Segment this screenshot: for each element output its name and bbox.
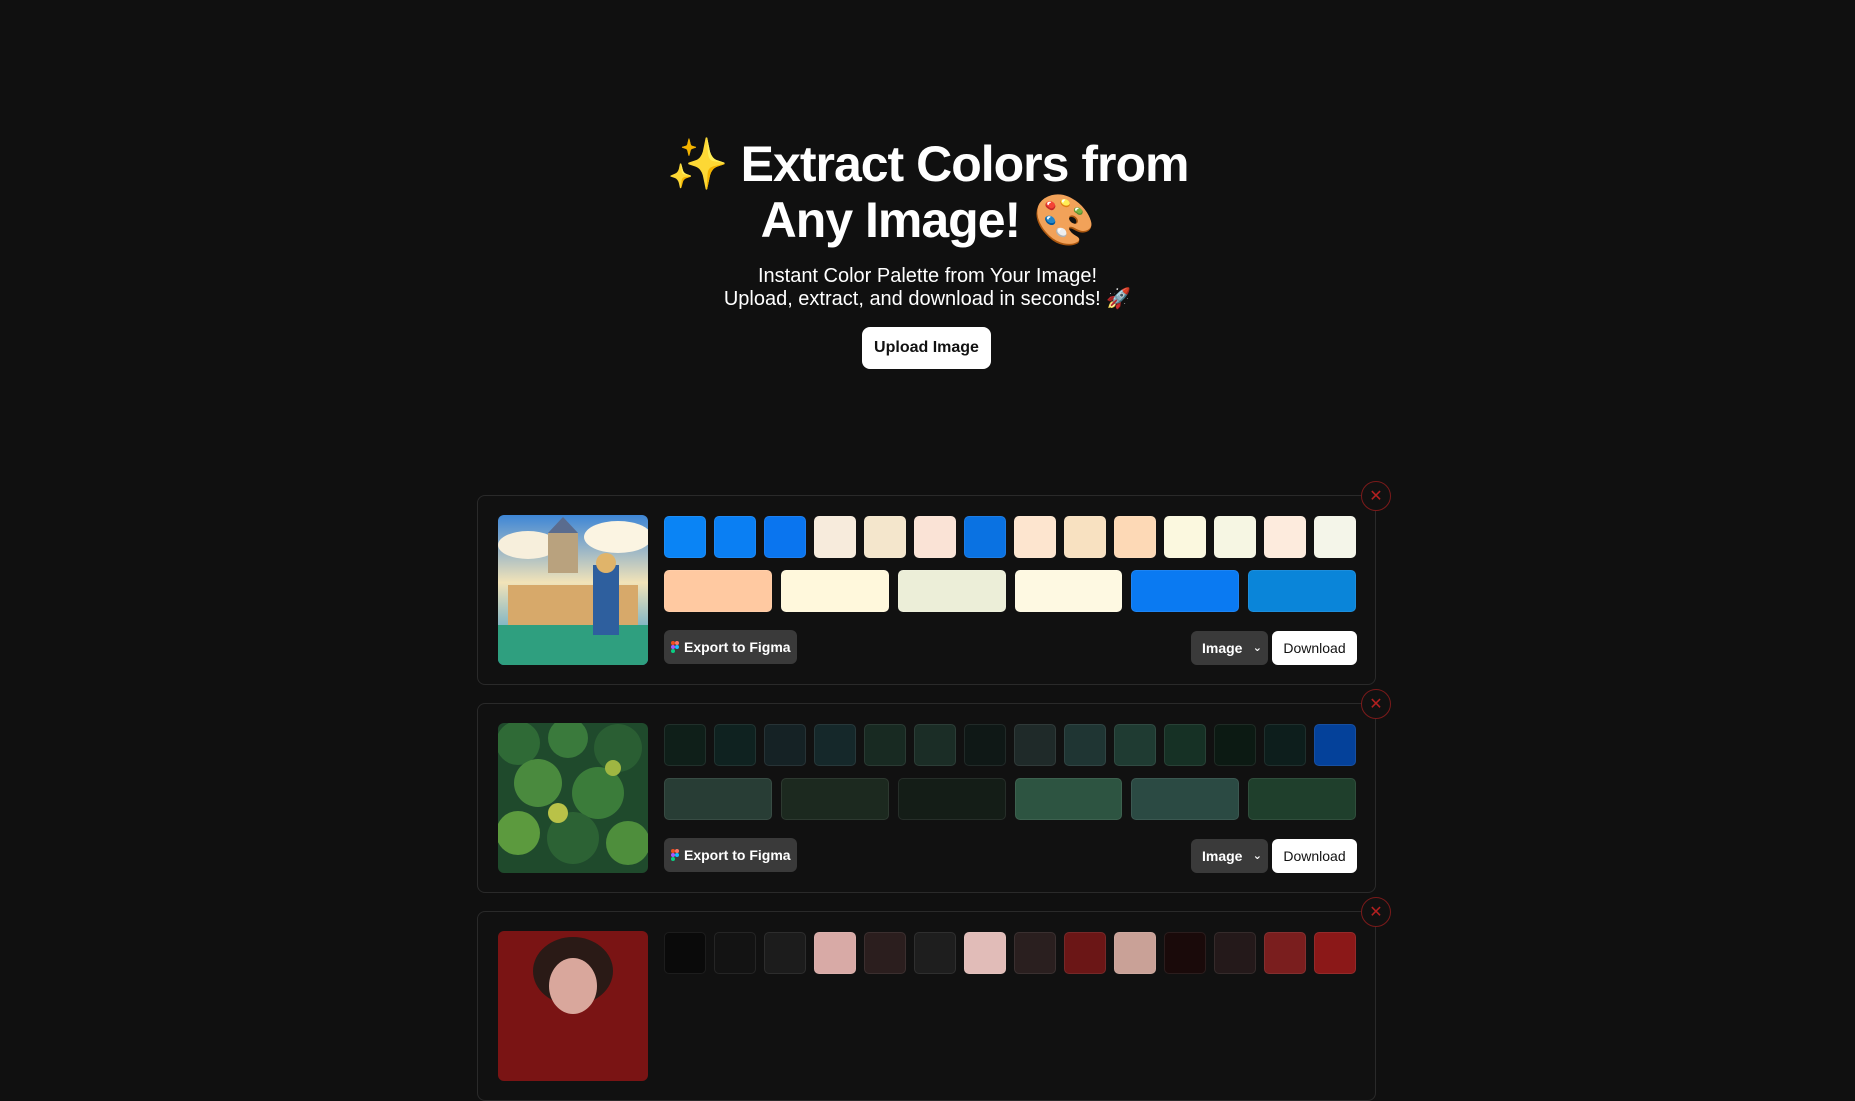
color-swatch[interactable] <box>764 932 806 974</box>
figma-icon <box>671 641 679 653</box>
color-swatch[interactable] <box>714 516 756 558</box>
color-swatch[interactable] <box>1264 516 1306 558</box>
forest-image <box>498 723 648 873</box>
top-swatch-row <box>664 724 1357 766</box>
format-select-value: Image <box>1202 640 1243 656</box>
color-swatch[interactable] <box>1214 724 1256 766</box>
color-swatch-large[interactable] <box>1248 570 1356 612</box>
color-swatch-large[interactable] <box>664 778 772 820</box>
color-swatch[interactable] <box>964 724 1006 766</box>
page-title: ✨ Extract Colors from Any Image! 🎨 <box>0 136 1855 248</box>
portrait-image <box>498 931 648 1081</box>
color-swatch[interactable] <box>964 932 1006 974</box>
color-swatch[interactable] <box>964 516 1006 558</box>
format-select-value: Image <box>1202 848 1243 864</box>
chevron-down-icon: ⌄ <box>1252 850 1262 862</box>
color-swatch[interactable] <box>814 932 856 974</box>
color-swatch-large[interactable] <box>664 570 772 612</box>
color-swatch[interactable] <box>914 516 956 558</box>
close-icon[interactable]: ✕ <box>1361 689 1391 719</box>
color-swatch[interactable] <box>764 724 806 766</box>
color-swatch[interactable] <box>914 724 956 766</box>
page-title-line-1: ✨ Extract Colors from <box>666 136 1190 192</box>
color-swatch[interactable] <box>1164 932 1206 974</box>
color-swatch-large[interactable] <box>1015 570 1122 612</box>
color-swatch[interactable] <box>664 932 706 974</box>
close-icon[interactable]: ✕ <box>1361 481 1391 511</box>
color-swatch-large[interactable] <box>898 570 1006 612</box>
palette-card-1: Export to Figma Image ⌄ Download <box>477 495 1376 685</box>
color-swatch[interactable] <box>1214 516 1256 558</box>
color-swatch[interactable] <box>864 516 906 558</box>
color-swatch-large[interactable] <box>1248 778 1356 820</box>
color-swatch[interactable] <box>714 932 756 974</box>
figma-icon <box>671 849 679 861</box>
color-swatch[interactable] <box>664 516 706 558</box>
color-swatch[interactable] <box>814 516 856 558</box>
page-subtitle: Instant Color Palette from Your Image! U… <box>0 265 1855 311</box>
color-swatch[interactable] <box>1014 516 1056 558</box>
color-swatch[interactable] <box>1014 724 1056 766</box>
format-select[interactable]: Image ⌄ <box>1191 839 1268 873</box>
color-swatch[interactable] <box>1114 516 1156 558</box>
color-swatch[interactable] <box>1064 516 1106 558</box>
export-to-figma-label: Export to Figma <box>684 847 791 863</box>
color-swatch[interactable] <box>1264 932 1306 974</box>
color-swatch-large[interactable] <box>1131 778 1239 820</box>
color-swatch[interactable] <box>1164 724 1206 766</box>
format-select[interactable]: Image ⌄ <box>1191 631 1268 665</box>
subtitle-line-1: Instant Color Palette from Your Image! <box>757 265 1098 287</box>
page-title-line-2: Any Image! 🎨 <box>760 192 1096 248</box>
color-swatch[interactable] <box>1014 932 1056 974</box>
color-swatch[interactable] <box>864 932 906 974</box>
color-swatch-large[interactable] <box>781 778 889 820</box>
top-swatch-row <box>664 516 1357 558</box>
color-swatch[interactable] <box>1114 724 1156 766</box>
color-swatch[interactable] <box>1214 932 1256 974</box>
color-swatch[interactable] <box>1264 724 1306 766</box>
color-swatch[interactable] <box>764 516 806 558</box>
color-swatch[interactable] <box>864 724 906 766</box>
download-button[interactable]: Download <box>1272 631 1357 665</box>
color-swatch[interactable] <box>1064 932 1106 974</box>
color-swatch[interactable] <box>1064 724 1106 766</box>
top-swatch-row <box>664 932 1357 974</box>
close-icon[interactable]: ✕ <box>1361 897 1391 927</box>
castle-landscape-image <box>498 515 648 665</box>
color-swatch[interactable] <box>714 724 756 766</box>
color-swatch[interactable] <box>1314 932 1356 974</box>
chevron-down-icon: ⌄ <box>1252 642 1262 654</box>
color-swatch-large[interactable] <box>1131 570 1239 612</box>
color-swatch[interactable] <box>664 724 706 766</box>
upload-image-button[interactable]: Upload Image <box>862 327 991 369</box>
color-swatch[interactable] <box>1164 516 1206 558</box>
export-to-figma-label: Export to Figma <box>684 639 791 655</box>
export-to-figma-button[interactable]: Export to Figma <box>664 630 797 664</box>
subtitle-line-2: Upload, extract, and download in seconds… <box>723 288 1132 310</box>
bottom-swatch-row <box>664 570 1357 612</box>
color-swatch[interactable] <box>914 932 956 974</box>
color-swatch[interactable] <box>1114 932 1156 974</box>
color-swatch-large[interactable] <box>781 570 889 612</box>
palette-card-2: Export to Figma Image ⌄ Download <box>477 703 1376 893</box>
palette-card-3 <box>477 911 1376 1101</box>
color-swatch[interactable] <box>1314 724 1356 766</box>
color-swatch[interactable] <box>814 724 856 766</box>
export-to-figma-button[interactable]: Export to Figma <box>664 838 797 872</box>
color-swatch-large[interactable] <box>898 778 1006 820</box>
bottom-swatch-row <box>664 778 1357 820</box>
color-swatch[interactable] <box>1314 516 1356 558</box>
color-swatch-large[interactable] <box>1015 778 1122 820</box>
download-button[interactable]: Download <box>1272 839 1357 873</box>
